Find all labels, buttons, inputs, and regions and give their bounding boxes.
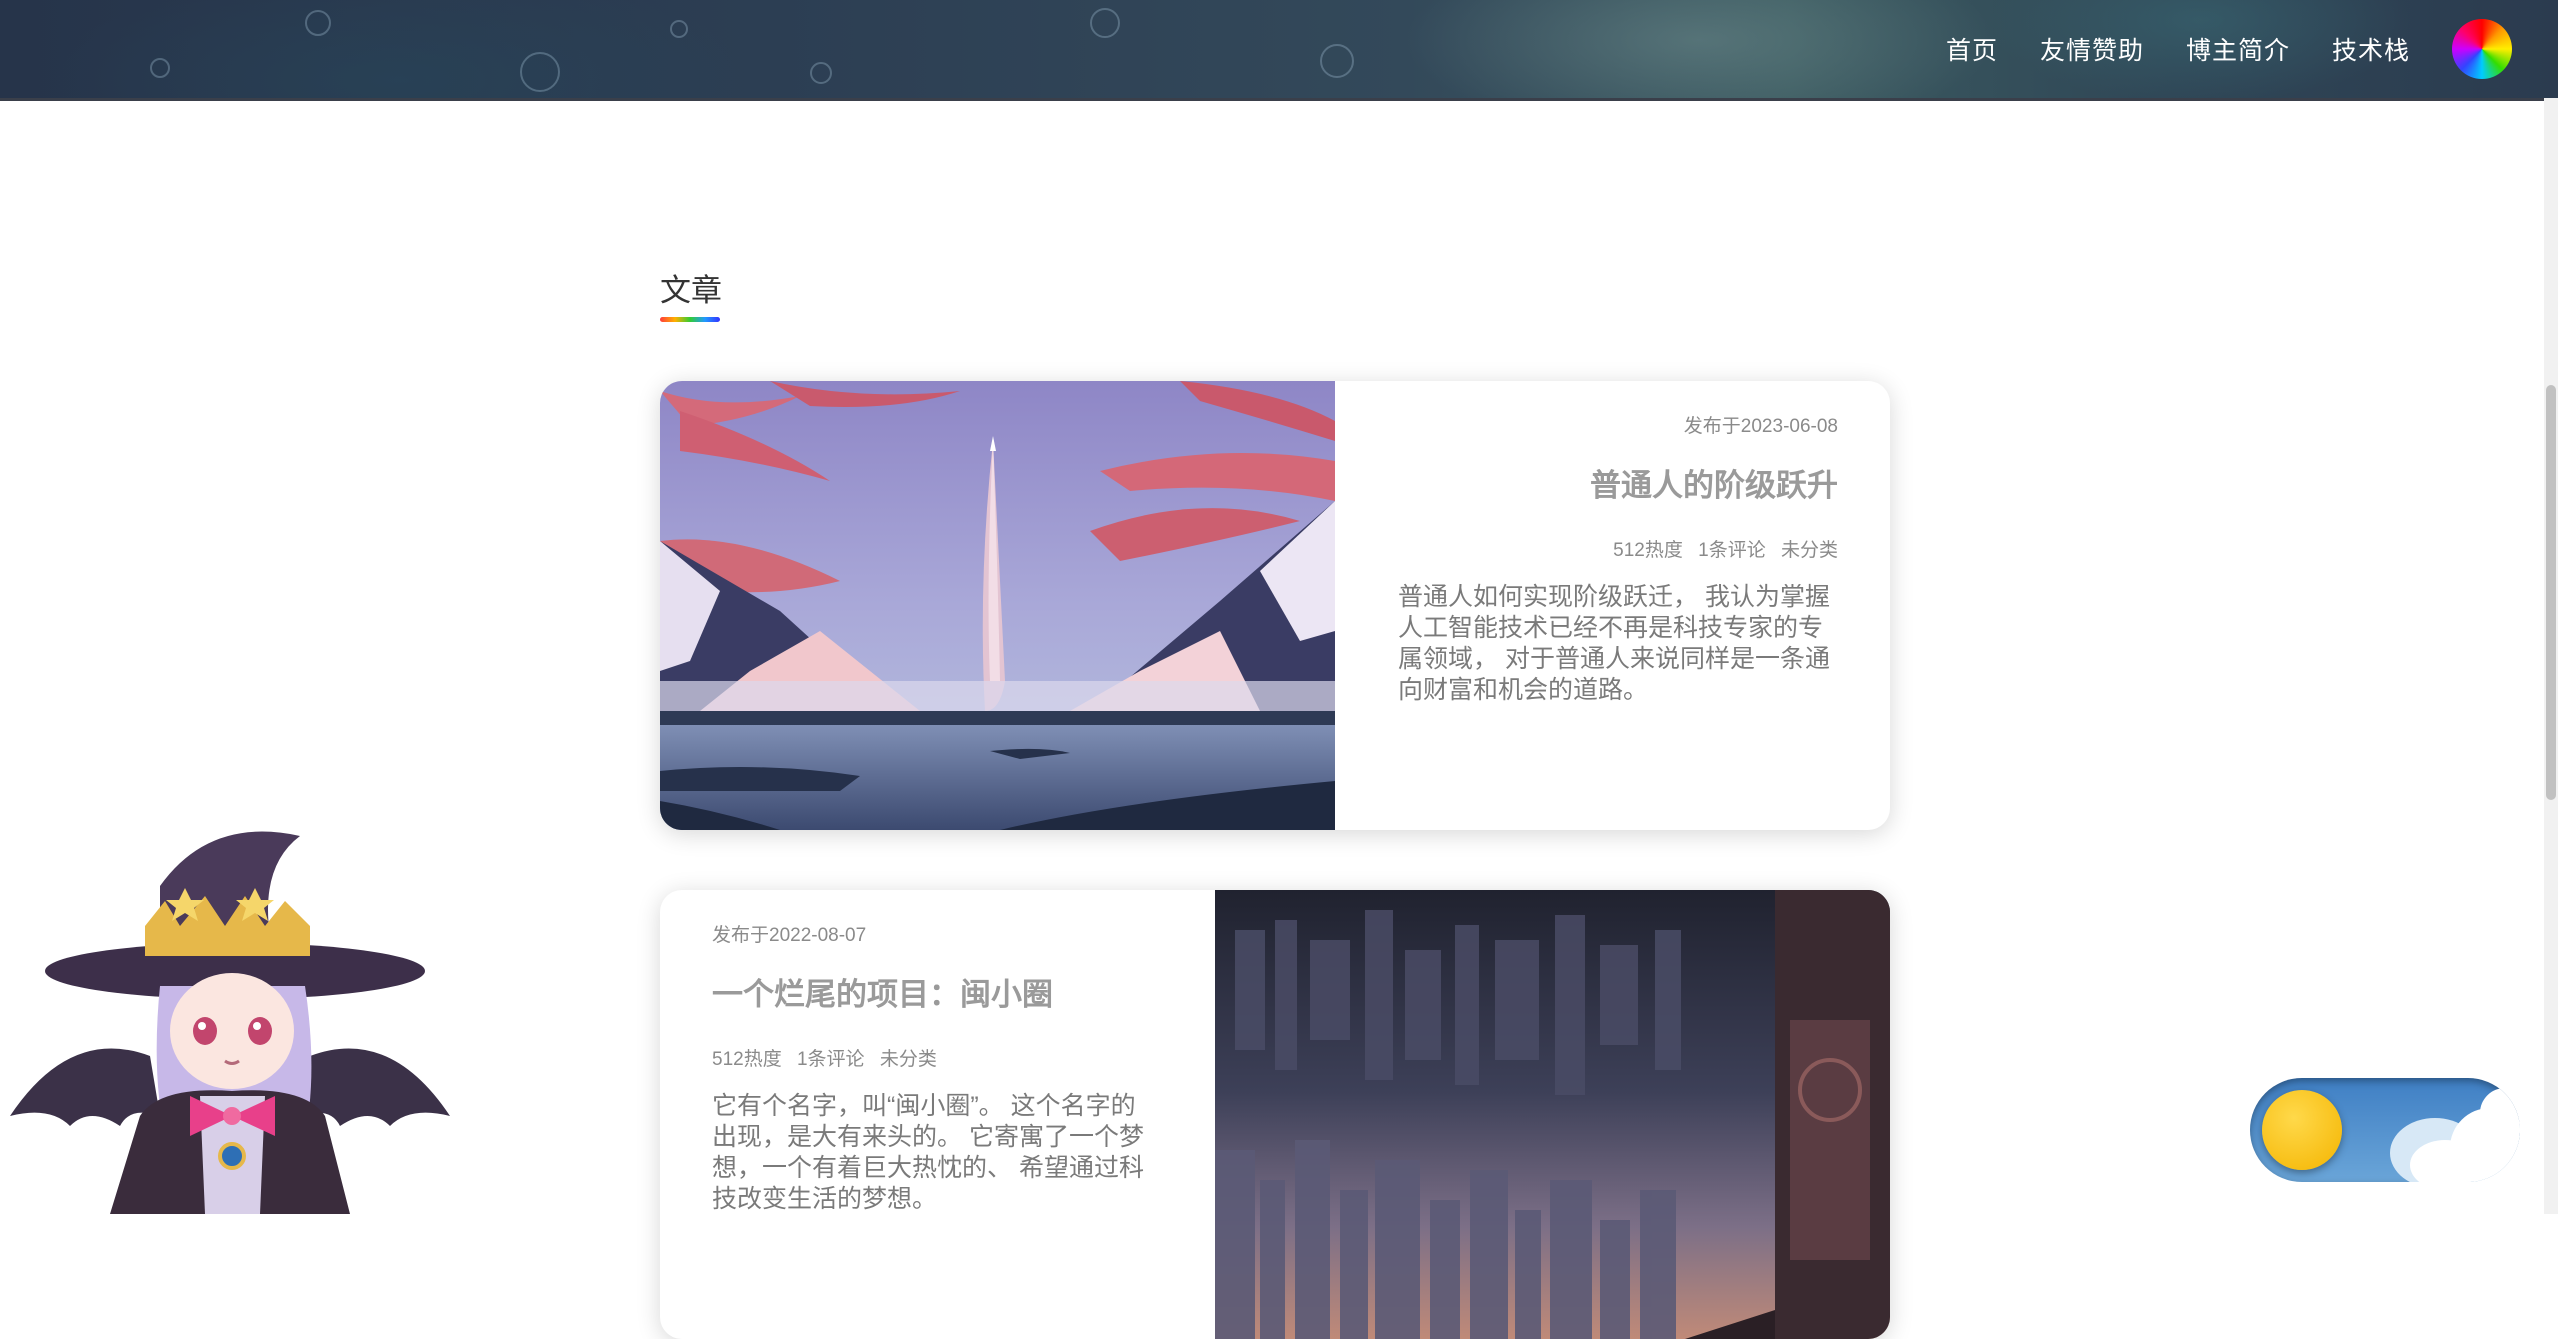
bubble-decoration [1090,8,1120,38]
article-info: 发布于2023-06-08 普通人的阶级跃升 512热度 1条评论 未分类 普通… [1338,381,1838,830]
article-summary: 普通人如何实现阶级跃迁， 我认为掌握人工智能技术已经不再是科技专家的专属领域， … [1398,583,1830,704]
article-comments: 1条评论 [1698,540,1766,561]
witch-mascot-image[interactable] [10,826,460,1214]
article-meta: 512热度 1条评论 未分类 [1338,535,1838,562]
article-title[interactable]: 一个烂尾的项目：闽小圈 [712,969,1212,1014]
article-info: 发布于2022-08-07 一个烂尾的项目：闽小圈 512热度 1条评论 未分类… [712,890,1212,1339]
article-date: 发布于2022-08-07 [712,925,867,946]
section-title-underline [660,317,720,322]
sun-icon [2262,1090,2342,1170]
bubble-decoration [305,10,331,36]
article-summary: 它有个名字，叫“闽小圈”。 这个名字的出现，是大有来头的。 它寄寓了一个梦想，一… [712,1092,1144,1213]
article-views: 512热度 [1613,540,1683,561]
article-title[interactable]: 普通人的阶级跃升 [1338,460,1838,505]
article-meta: 512热度 1条评论 未分类 [712,1044,1212,1071]
nav-tech-stack[interactable]: 技术栈 [2332,31,2410,67]
nav-about[interactable]: 博主简介 [2186,31,2290,67]
article-card[interactable]: 发布于2023-06-08 普通人的阶级跃升 512热度 1条评论 未分类 普通… [660,381,1890,830]
cloud-decoration [2410,1140,2480,1182]
nav-home[interactable]: 首页 [1946,31,1998,67]
nav-sponsor[interactable]: 友情赞助 [2040,31,2144,67]
article-category[interactable]: 未分类 [1781,540,1838,561]
theme-toggle[interactable] [2250,1078,2520,1182]
scrollbar-thumb[interactable] [2546,385,2556,800]
bubble-decoration [150,58,170,78]
bubble-decoration [1320,44,1354,78]
article-category[interactable]: 未分类 [880,1049,937,1070]
city-night-image[interactable] [1215,890,1890,1339]
bubble-decoration [520,52,560,92]
site-header: 首页 友情赞助 博主简介 技术栈 [0,0,2558,101]
bubble-decoration [810,62,832,84]
article-card[interactable]: 发布于2022-08-07 一个烂尾的项目：闽小圈 512热度 1条评论 未分类… [660,890,1890,1339]
bubble-decoration [670,20,688,38]
article-views: 512热度 [712,1049,782,1070]
rocket-launch-landscape-image[interactable] [660,381,1335,830]
article-date: 发布于2023-06-08 [1683,416,1838,437]
article-comments: 1条评论 [796,1049,865,1070]
rainbow-avatar-icon[interactable] [2452,19,2512,79]
main-nav: 首页 友情赞助 博主简介 技术栈 [1946,0,2558,98]
section-title: 文章 [660,273,722,308]
